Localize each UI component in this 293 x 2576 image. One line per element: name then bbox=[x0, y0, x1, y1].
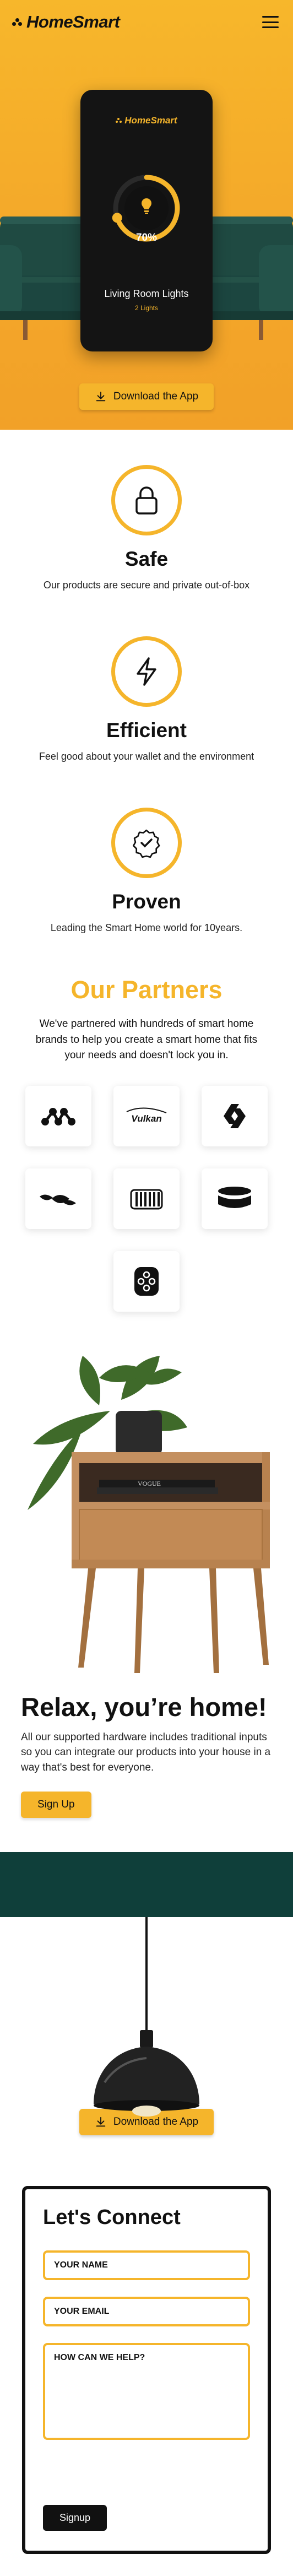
furniture-image: VOGUE bbox=[0, 1339, 293, 1692]
nightstand-plant-illustration: VOGUE bbox=[28, 1355, 270, 1673]
partners-title: Our Partners bbox=[70, 976, 223, 1004]
feature-title: Safe bbox=[124, 548, 169, 570]
message-field[interactable]: HOW CAN WE HELP? bbox=[43, 2343, 250, 2440]
pendant-lamp-illustration bbox=[94, 1917, 199, 2117]
contact-form: Let's Connect YOUR NAME YOUR EMAIL HOW C… bbox=[22, 2186, 271, 2555]
features-section: Safe Our products are secure and private… bbox=[0, 465, 293, 934]
feature-proven: Proven Leading the Smart Home world for … bbox=[0, 808, 293, 934]
feature-title: Proven bbox=[112, 890, 181, 913]
feature-efficient: Efficient Feel good about your wallet an… bbox=[0, 636, 293, 762]
birds-logo-icon bbox=[40, 1194, 76, 1205]
submit-signup-button[interactable]: Signup bbox=[43, 2505, 107, 2531]
dial-percent: 70% bbox=[135, 232, 158, 243]
molecule-logo-icon bbox=[41, 1107, 75, 1125]
page-bottom-spacer bbox=[0, 2554, 293, 2576]
circles-logo-icon bbox=[134, 1267, 159, 1296]
layers-logo-icon bbox=[218, 1186, 251, 1208]
phone-brand: HomeSmart bbox=[80, 115, 213, 126]
chevrons-logo-icon bbox=[224, 1103, 246, 1128]
logo-mark-icon bbox=[116, 117, 122, 124]
download-app-button[interactable]: Download the App bbox=[79, 383, 214, 410]
relax-title: Relax, you’re home! bbox=[21, 1692, 267, 1722]
brand-name: HomeSmart bbox=[26, 12, 120, 31]
relax-desc: All our supported hardware includes trad… bbox=[21, 1731, 271, 1773]
connect-title: Let's Connect bbox=[43, 2206, 181, 2229]
phone-brand-name: HomeSmart bbox=[124, 115, 177, 126]
feature-safe-circle bbox=[111, 465, 182, 535]
partner-logo-layers[interactable] bbox=[202, 1168, 268, 1229]
vulkan-logo-text: Vulkan bbox=[131, 1113, 161, 1124]
partners-section: Our Partners We've partnered with hundre… bbox=[0, 976, 293, 1394]
phone-mockup: HomeSmart 70% Living Room Lights 2 Light… bbox=[80, 90, 213, 351]
hamburger-menu-icon[interactable] bbox=[262, 16, 279, 28]
lock-icon bbox=[135, 486, 158, 515]
brand-logo[interactable]: HomeSmart bbox=[12, 12, 120, 32]
lightning-icon bbox=[137, 657, 156, 686]
sign-up-button[interactable]: Sign Up bbox=[21, 1792, 91, 1819]
room-name: Living Room Lights bbox=[104, 288, 189, 299]
partner-logo-chevrons[interactable] bbox=[202, 1085, 268, 1146]
verified-badge-icon bbox=[132, 829, 160, 858]
email-field[interactable]: YOUR EMAIL bbox=[43, 2297, 250, 2327]
partner-logo-birds[interactable] bbox=[25, 1168, 91, 1229]
feature-efficient-circle bbox=[111, 636, 182, 707]
name-field[interactable]: YOUR NAME bbox=[43, 2250, 250, 2281]
logo-mark-icon bbox=[12, 17, 22, 27]
feature-desc: Our products are secure and private out-… bbox=[43, 580, 250, 591]
partner-logo-molecule[interactable] bbox=[25, 1085, 91, 1146]
hero-section: HomeSmart HomeSmart 70% Living Room Ligh… bbox=[0, 0, 293, 430]
top-bar: HomeSmart bbox=[0, 0, 293, 44]
vulkan-logo-icon: Vulkan bbox=[126, 1107, 167, 1124]
download-icon bbox=[96, 391, 106, 402]
feature-desc: Feel good about your wallet and the envi… bbox=[39, 751, 254, 762]
feature-title: Efficient bbox=[106, 719, 187, 742]
feature-proven-circle bbox=[111, 808, 182, 878]
feature-desc: Leading the Smart Home world for 10years… bbox=[50, 922, 243, 933]
download-section: Download the App bbox=[0, 383, 293, 410]
partners-desc: We've partnered with hundreds of smart h… bbox=[35, 1018, 258, 1061]
partner-logo-vulkan[interactable]: Vulkan bbox=[113, 1085, 180, 1146]
download-label: Download the App bbox=[113, 391, 199, 402]
feature-safe: Safe Our products are secure and private… bbox=[0, 465, 293, 591]
stripes-logo-icon bbox=[130, 1189, 163, 1209]
book-title-text: VOGUE bbox=[138, 1480, 161, 1487]
room-subtitle: 2 Lights bbox=[134, 304, 159, 312]
partner-logo-circles[interactable] bbox=[113, 1251, 180, 1312]
lamp-image bbox=[0, 1917, 293, 2137]
partner-logo-stripes[interactable] bbox=[113, 1168, 180, 1229]
teal-divider-band bbox=[0, 1852, 293, 1918]
relax-section: Relax, you’re home! All our supported ha… bbox=[0, 1692, 293, 1819]
